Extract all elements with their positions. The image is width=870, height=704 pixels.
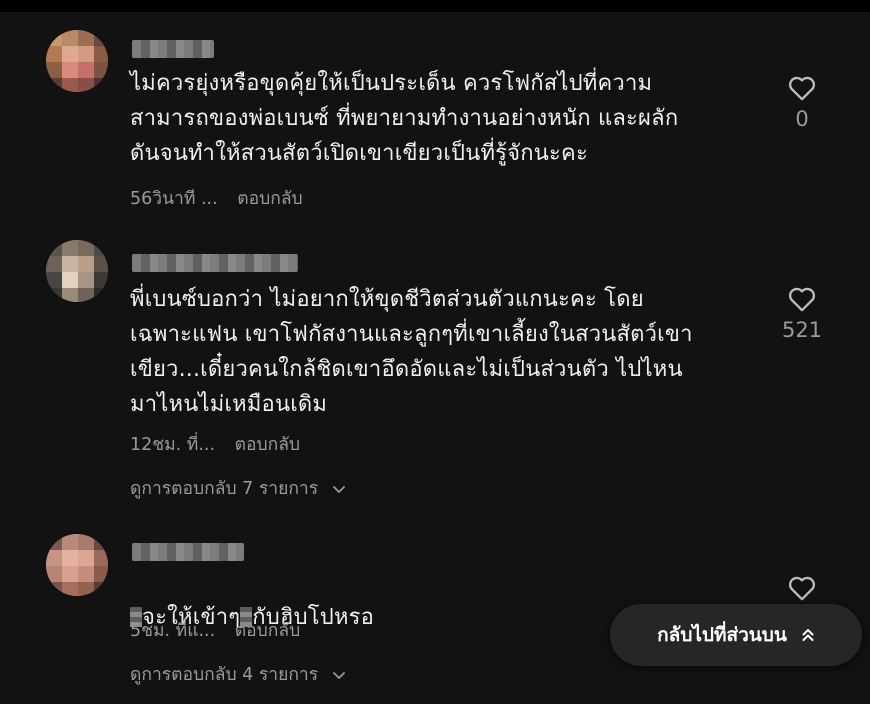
back-to-top-label: กลับไปที่ส่วนบน [657, 624, 787, 646]
double-chevron-up-icon [802, 629, 814, 641]
chevron-down-icon [332, 485, 345, 493]
avatar-pixelated-image [46, 240, 108, 302]
top-edge-bar [0, 0, 870, 12]
view-replies-button[interactable]: ดูการตอบกลับ 7 รายการ [130, 474, 346, 502]
view-replies-label: ดูการตอบกลับ 4 รายการ [130, 665, 319, 685]
heart-outline-icon [788, 576, 816, 601]
reply-button[interactable]: ตอบกลับ [237, 189, 302, 209]
back-to-top-button[interactable]: กลับไปที่ส่วนบน [610, 604, 862, 666]
comment-time: 5ชม. ที่แ... [130, 621, 216, 641]
comment-text: พี่เบนซ์บอกว่า ไม่อยากให้ขุดชีวิตส่วนตัว… [130, 287, 693, 417]
avatar-pixelated-image [46, 534, 108, 596]
comment-time: 56วินาที ... [130, 189, 218, 209]
comment-meta: 56วินาที ... ตอบกลับ [130, 184, 303, 212]
comment-text: ไม่ควรยุ่งหรือขุดคุ้ยให้เป็นประเด็น ควรโ… [130, 71, 679, 166]
comment-meta: 5ชม. ที่แ... ตอบกลับ [130, 616, 300, 644]
like-button[interactable]: 0 [772, 74, 832, 131]
like-count: 521 [781, 318, 823, 342]
comment-time: 12ชม. ที่... [130, 435, 216, 455]
username-redacted[interactable] [132, 40, 214, 58]
reply-button[interactable]: ตอบกลับ [235, 621, 300, 641]
avatar[interactable] [46, 534, 108, 596]
avatar-pixelated-image [46, 30, 108, 92]
view-replies-button[interactable]: ดูการตอบกลับ 4 รายการ [130, 660, 346, 688]
view-replies-label: ดูการตอบกลับ 7 รายการ [130, 479, 319, 499]
reply-button[interactable]: ตอบกลับ [235, 435, 300, 455]
avatar[interactable] [46, 30, 108, 92]
avatar[interactable] [46, 240, 108, 302]
username-redacted[interactable] [132, 254, 298, 272]
like-button[interactable] [772, 574, 832, 601]
username-redacted[interactable] [132, 543, 244, 561]
like-button[interactable]: 521 [772, 285, 832, 342]
like-count: 0 [795, 107, 809, 131]
chevron-down-icon [332, 671, 345, 679]
heart-outline-icon [788, 287, 816, 312]
comment-meta: 12ชม. ที่... ตอบกลับ [130, 430, 300, 458]
heart-outline-icon [788, 76, 816, 101]
